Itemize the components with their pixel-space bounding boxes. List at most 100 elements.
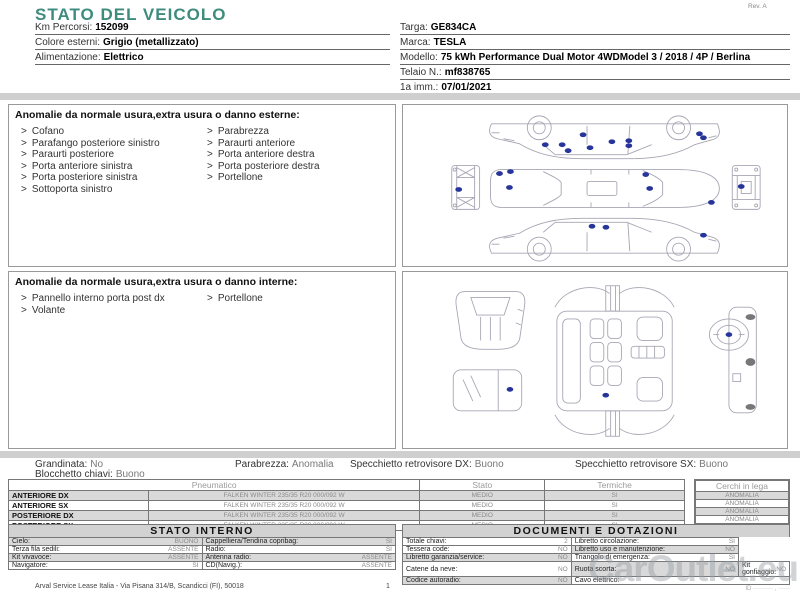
bullet-icon: > xyxy=(21,293,27,304)
tyre-spec: FALKEN WINTER 235/35 R20 000/092 W xyxy=(147,500,421,511)
summary-specchietto-dx: Specchietto retrovisore DX: Buono xyxy=(350,459,504,470)
kv-value: SI xyxy=(728,538,735,545)
cerchi-row: ANOMALIA xyxy=(694,499,790,508)
tyre-position: ANTERIORE DX xyxy=(8,490,149,501)
cerchi-value: ANOMALIA xyxy=(694,499,790,508)
damage-dot xyxy=(646,186,654,191)
kv-value: NO xyxy=(557,554,568,561)
anomaly-item: > Porta posteriore sinistra xyxy=(21,172,160,184)
exterior-car-diagram xyxy=(451,115,761,262)
summary-label: Specchietto retrovisore SX: xyxy=(575,459,697,470)
divider-bar xyxy=(0,451,800,458)
tyre-stato: MEDIO xyxy=(419,510,546,521)
tyres-header-termiche: Termiche xyxy=(544,479,685,491)
bullet-icon: > xyxy=(21,149,27,160)
stato-interno-table: Cielo: BUONO Cappelliera/Tendina copribag… xyxy=(8,537,396,570)
damage-dot xyxy=(700,135,707,141)
anomaly-item: > Parafango posteriore sinistro xyxy=(21,138,160,150)
bullet-icon: > xyxy=(207,172,213,183)
damage-dot xyxy=(506,387,514,392)
field-value: 07/01/2021 xyxy=(441,82,492,93)
kv-value: BUONO xyxy=(174,538,199,545)
field-value: 75 kWh Performance Dual Motor 4WDModel 3… xyxy=(440,52,751,63)
damage-dot xyxy=(625,138,633,144)
damage-dot xyxy=(696,131,703,137)
documenti-section: DOCUMENTI E DOTAZIONI Totale chiavi: 2 Li… xyxy=(402,524,791,585)
external-anomalies-title: Anomalie da normale usura,extra usura o … xyxy=(15,109,300,121)
kv-value: 2 xyxy=(564,538,568,545)
kv-value: SI xyxy=(385,538,392,545)
summary-value: Buono xyxy=(474,459,504,470)
anomaly-item: > Portellone xyxy=(207,293,263,305)
field-label: 1a imm.: xyxy=(400,82,439,93)
kv-label: Cavo elettrico: xyxy=(574,577,620,584)
damage-dot xyxy=(588,223,596,229)
anomaly-label: Cofano xyxy=(31,126,65,137)
field-value: 152099 xyxy=(95,22,129,33)
anomaly-label: Parabrezza xyxy=(217,126,269,137)
bullet-icon: > xyxy=(207,126,213,137)
anomaly-item: > Cofano xyxy=(21,126,160,138)
kv-label: Radio: xyxy=(205,546,226,553)
damage-dot xyxy=(579,132,587,138)
cerchi-value: ANOMALIA xyxy=(694,515,790,525)
bullet-icon: > xyxy=(207,137,213,149)
damage-dot xyxy=(507,169,514,174)
anomaly-label: Portellone xyxy=(217,293,263,304)
anomaly-label: Parafango posteriore sinistro xyxy=(31,137,160,149)
kv-value: ASSENTE xyxy=(361,562,392,569)
field-value: mf838765 xyxy=(444,67,491,78)
kv-label: Libretto garanzia/service: xyxy=(406,554,485,561)
summary-label: Parabrezza: xyxy=(235,459,289,470)
field-label: Modello: xyxy=(400,52,438,63)
field-value: Elettrico xyxy=(103,52,144,63)
anomaly-label: Porta anteriore sinistra xyxy=(31,160,133,172)
kv-row: Kit vivavoce: ASSENTE Antenna radio: ASSEN… xyxy=(8,553,396,562)
anomaly-item: > Parabrezza xyxy=(207,126,320,138)
tyres-header-pneumatico: Pneumatico xyxy=(7,479,421,491)
damage-dot xyxy=(564,148,572,154)
kv-value: NO xyxy=(725,565,735,573)
field-targa: Targa: GE834CA xyxy=(400,20,790,35)
kv-row: Tessera code: NO Libretto uso e manutenzi… xyxy=(402,545,790,554)
damage-dot xyxy=(725,332,733,337)
kv-label: Terza fila sedili: xyxy=(12,546,60,553)
anomaly-item: > Portellone xyxy=(207,172,320,184)
bullet-icon: > xyxy=(21,183,27,195)
kv-label: Antenna radio: xyxy=(205,554,252,561)
bullet-icon: > xyxy=(21,126,27,137)
damage-dot xyxy=(708,200,715,205)
kv-value: SI xyxy=(192,562,199,569)
kv-label: Libretto uso e manutenzione: xyxy=(574,546,665,553)
kv-label: Kit gonfiaggio: xyxy=(741,562,777,576)
tyre-spec: FALKEN WINTER 235/35 R20 000/092 W xyxy=(147,490,421,501)
kv-row: Totale chiavi: 2 Libretto circolazione: SI xyxy=(402,537,790,546)
anomaly-label: Porta anteriore destra xyxy=(217,149,315,160)
field-label: Targa: xyxy=(400,22,428,33)
kv-value: ASSENTE xyxy=(361,554,392,561)
kv-value: NO xyxy=(776,565,786,573)
tyre-stato: MEDIO xyxy=(419,500,546,511)
stato-interno-section: STATO INTERNO Cielo: BUONO Cappelliera/Te… xyxy=(8,524,396,570)
field-value: Grigio (metallizzato) xyxy=(103,37,199,48)
vehicle-report-page: STATO DEL VEICOLO Rev. A Km Percorsi: 152… xyxy=(0,0,800,600)
field-colore-esterni: Colore esterni: Grigio (metallizzato) xyxy=(35,35,390,50)
anomaly-label: Porta posteriore sinistra xyxy=(31,172,138,183)
internal-anomalies-col1: > Pannello interno porta post dx > Volante xyxy=(21,293,165,316)
internal-anomalies-title: Anomalie da normale usura,extra usura o … xyxy=(15,276,298,288)
kv-label: Catene da neve: xyxy=(406,565,458,573)
anomaly-label: Portellone xyxy=(217,172,263,183)
cerchi-value: ANOMALIA xyxy=(694,507,790,516)
tyre-position: POSTERIORE DX xyxy=(8,510,149,521)
anomaly-label: Porta posteriore destra xyxy=(217,160,320,172)
field-marca: Marca: TESLA xyxy=(400,35,790,50)
damage-dot xyxy=(737,184,745,189)
damage-dot xyxy=(455,187,463,192)
header-fields-right: Targa: GE834CA Marca: TESLA Modello: 75 kWh… xyxy=(400,20,790,95)
kv-value: ASSENTE xyxy=(168,554,199,561)
tyre-row: POSTERIORE DX FALKEN WINTER 235/35 R20 00… xyxy=(8,510,685,521)
external-anomalies-panel: Anomalie da normale usura,extra usura o … xyxy=(8,104,396,267)
kv-value: SI xyxy=(728,554,735,561)
anomaly-item: > Pannello interno porta post dx xyxy=(21,293,165,305)
external-anomalies-col1: > Cofano > Parafango posteriore sinistro >… xyxy=(21,126,160,195)
